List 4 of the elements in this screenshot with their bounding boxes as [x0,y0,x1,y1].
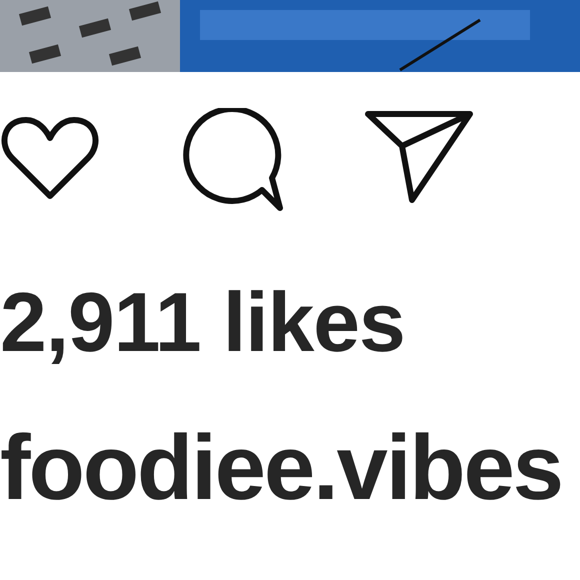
likes-count[interactable]: 2,911 likes [0,280,405,364]
username[interactable]: foodiee.vibes [0,422,562,514]
send-icon[interactable] [364,108,474,204]
comment-icon[interactable] [180,108,284,214]
